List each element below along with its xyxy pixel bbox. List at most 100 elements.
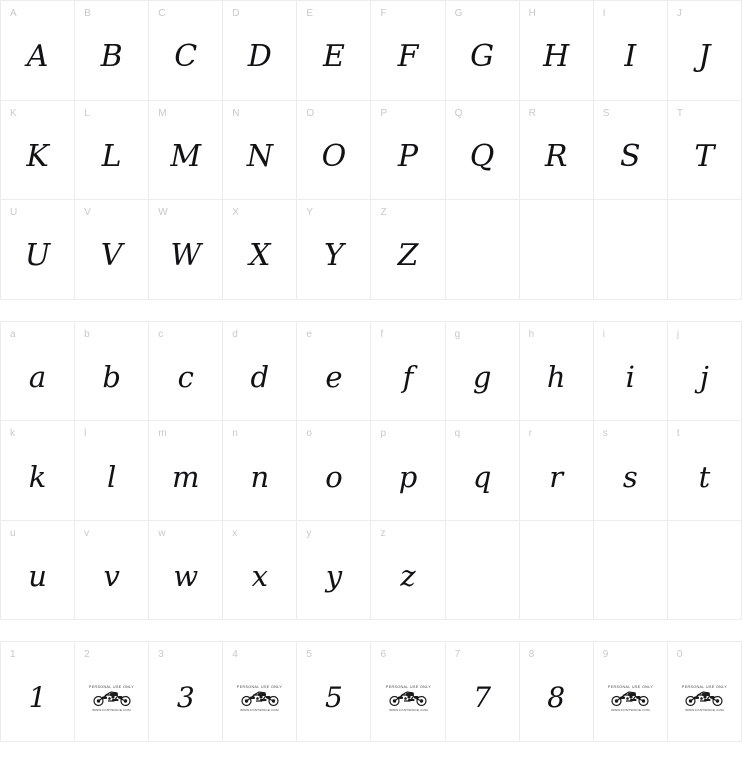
glyph-preview: S (620, 138, 641, 174)
glyph-cell-0[interactable]: 0 PERSONAL USE ONLY WWW.FONTSPACE.COM (667, 642, 742, 742)
glyph-cell-j[interactable]: jj (667, 321, 742, 421)
glyph-cell-label: o (306, 428, 313, 439)
glyph-cell-f[interactable]: ff (371, 321, 446, 421)
glyph-cell-i[interactable]: ii (593, 321, 668, 421)
glyph-cell-h[interactable]: hh (519, 321, 594, 421)
glyph-cell-s[interactable]: ss (593, 421, 668, 521)
glyph-preview: l (107, 459, 117, 494)
glyph-cell-v[interactable]: vv (75, 520, 150, 620)
glyph-preview: R (544, 138, 568, 174)
glyph-cell-label: S (602, 107, 610, 119)
glyph-cell-B[interactable]: BB (75, 1, 150, 101)
glyph-cell-label: s (602, 428, 608, 439)
font-character-map: AABBCCDDEEFFGGHHIIJJKKLLMMNNOOPPQQRRSSTT… (0, 0, 742, 766)
glyph-cell-E[interactable]: EE (297, 1, 372, 101)
glyph-cell-u[interactable]: uu (1, 520, 76, 620)
glyph-cell-g[interactable]: gg (445, 321, 520, 421)
glyph-cell-Y[interactable]: YY (297, 200, 372, 300)
glyph-cell-9[interactable]: 9 PERSONAL USE ONLY WWW.FONTSPACE.COM (593, 642, 668, 742)
glyph-cell-label: F (380, 8, 387, 19)
glyph-cell-k[interactable]: kk (1, 421, 76, 521)
glyph-cell-label: z (380, 527, 386, 539)
glyph-cell-G[interactable]: GG (445, 1, 520, 101)
glyph-preview: M (170, 138, 202, 174)
glyph-cell-3[interactable]: 33 (149, 642, 224, 742)
glyph-cell-W[interactable]: WW (149, 200, 224, 300)
glyph-cell-y[interactable]: yy (297, 520, 372, 620)
glyph-preview: a (28, 360, 47, 394)
glyph-cell-empty (667, 200, 742, 300)
glyph-cell-U[interactable]: UU (1, 200, 76, 300)
glyph-cell-r[interactable]: rr (519, 421, 594, 521)
glyph-cell-P[interactable]: PP (371, 100, 446, 200)
glyph-cell-K[interactable]: KK (1, 100, 76, 200)
glyph-cell-l[interactable]: ll (75, 421, 150, 521)
glyph-preview: h (546, 360, 566, 394)
glyph-cell-b[interactable]: bb (75, 321, 150, 421)
glyph-cell-c[interactable]: cc (149, 321, 224, 421)
glyph-cell-1[interactable]: 11 (1, 642, 76, 742)
glyph-cell-I[interactable]: II (593, 1, 668, 101)
watermark-top-text: PERSONAL USE ONLY (385, 684, 431, 689)
glyph-cell-z[interactable]: zz (371, 520, 446, 620)
glyph-cell-w[interactable]: ww (149, 520, 224, 620)
glyph-cell-T[interactable]: TT (667, 100, 742, 200)
glyph-cell-m[interactable]: mm (149, 421, 224, 521)
glyph-cell-label: r (528, 428, 533, 439)
glyph-cell-D[interactable]: DD (223, 1, 298, 101)
glyph-cell-C[interactable]: CC (149, 1, 224, 101)
glyph-cell-H[interactable]: HH (519, 1, 594, 101)
watermark-bottom-text: WWW.FONTSPACE.COM (92, 707, 131, 712)
glyph-cell-label: c (158, 328, 164, 340)
glyph-cell-7[interactable]: 77 (445, 642, 520, 742)
glyph-cell-p[interactable]: pp (371, 421, 446, 521)
glyph-cell-a[interactable]: aa (1, 321, 76, 421)
glyph-cell-label: A (10, 8, 17, 19)
glyph-section-lowercase: aabbccddeeffgghhiijjkkllmmnnooppqqrrsstt… (0, 320, 742, 620)
glyph-row: kkllmmnnooppqqrrsstt (1, 421, 742, 521)
glyph-cell-label: f (380, 328, 384, 340)
glyph-cell-Z[interactable]: ZZ (371, 200, 446, 300)
glyph-cell-4[interactable]: 4 PERSONAL USE ONLY WWW.FONTSPACE.COM (223, 642, 298, 742)
glyph-cell-empty (593, 520, 668, 620)
motorcycle-logo-icon (611, 690, 649, 706)
watermark-top-text: PERSONAL USE ONLY (681, 684, 727, 689)
glyph-cell-n[interactable]: nn (223, 421, 298, 521)
glyph-row: UUVVWWXXYYZZ (1, 200, 742, 300)
glyph-cell-6[interactable]: 6 PERSONAL USE ONLY WWW.FONTSPACE.COM (371, 642, 446, 742)
glyph-preview: e (325, 360, 343, 394)
glyph-preview: 8 (547, 681, 566, 714)
glyph-cell-d[interactable]: dd (223, 321, 298, 421)
glyph-preview: H (543, 39, 570, 74)
glyph-cell-N[interactable]: NN (223, 100, 298, 200)
glyph-cell-O[interactable]: OO (297, 100, 372, 200)
glyph-cell-e[interactable]: ee (297, 321, 372, 421)
glyph-cell-5[interactable]: 55 (297, 642, 372, 742)
glyph-cell-A[interactable]: AA (1, 1, 76, 101)
glyph-preview: D (247, 39, 272, 74)
glyph-preview: N (246, 138, 273, 174)
watermark-box: PERSONAL USE ONLY WWW.FONTSPACE.COM (85, 681, 139, 715)
demo-watermark: PERSONAL USE ONLY WWW.FONTSPACE.COM (594, 672, 667, 724)
glyph-cell-F[interactable]: FF (371, 1, 446, 101)
glyph-cell-o[interactable]: oo (297, 421, 372, 521)
glyph-cell-Q[interactable]: QQ (445, 100, 520, 200)
glyph-cell-2[interactable]: 2 PERSONAL USE ONLY WWW.FONTSPACE.COM (75, 642, 150, 742)
glyph-cell-t[interactable]: tt (667, 421, 742, 521)
glyph-cell-empty (593, 200, 668, 300)
glyph-cell-S[interactable]: SS (593, 100, 668, 200)
glyph-preview: b (102, 360, 121, 394)
glyph-preview: B (100, 39, 123, 74)
glyph-cell-R[interactable]: RR (519, 100, 594, 200)
glyph-cell-J[interactable]: JJ (667, 1, 742, 101)
glyph-cell-x[interactable]: xx (223, 520, 298, 620)
glyph-preview: u (28, 559, 47, 593)
glyph-cell-q[interactable]: qq (445, 421, 520, 521)
glyph-cell-X[interactable]: XX (223, 200, 298, 300)
glyph-cell-label: L (84, 107, 90, 119)
glyph-cell-M[interactable]: MM (149, 100, 224, 200)
glyph-cell-L[interactable]: LL (75, 100, 150, 200)
glyph-cell-label: d (232, 328, 239, 340)
glyph-cell-V[interactable]: VV (75, 200, 150, 300)
glyph-cell-8[interactable]: 88 (519, 642, 594, 742)
